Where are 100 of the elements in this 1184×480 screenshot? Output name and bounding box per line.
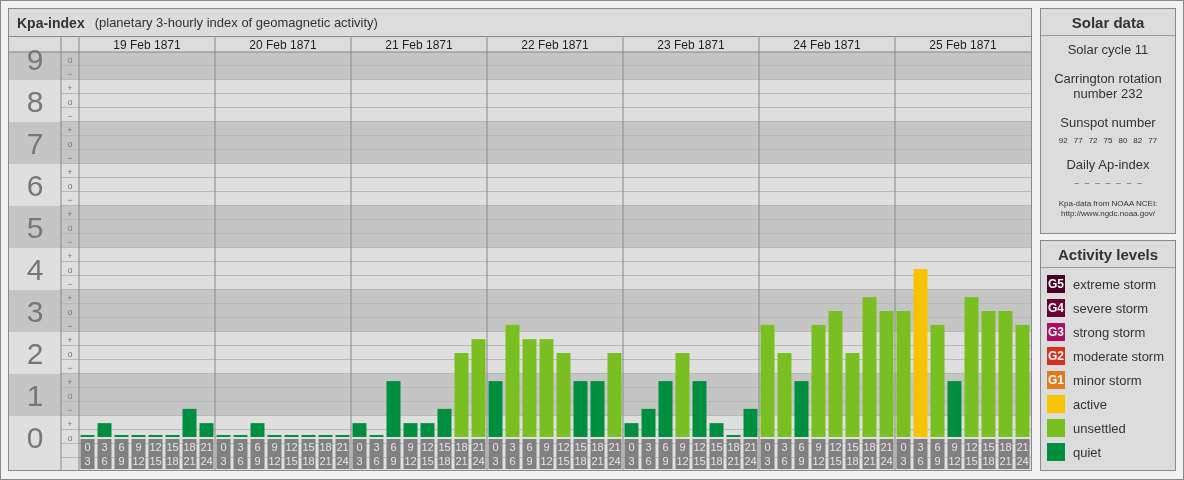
kp-sign-label: + [67, 166, 73, 177]
kp-sign-label: − [67, 278, 73, 289]
sunspot-value: 77 [1073, 136, 1083, 145]
kp-sign-label: o [67, 390, 73, 401]
level-badge: G4 [1047, 299, 1065, 317]
ap-index-value: – [1105, 178, 1111, 187]
kp-sign-label: − [67, 68, 73, 79]
kp-sign-label: o [67, 54, 73, 65]
day-date-label: 23 Feb 1871 [657, 38, 725, 52]
kp-level-label: 8 [26, 84, 44, 118]
day-date-label: 21 Feb 1871 [385, 38, 453, 52]
kp-sign-label: − [67, 362, 73, 373]
x-tick-label: 6 9 [662, 441, 669, 467]
x-tick-label: 6 9 [798, 441, 805, 467]
level-label: severe storm [1073, 300, 1149, 316]
kp-sign-label: + [67, 82, 73, 93]
kp-sign-label: + [67, 376, 73, 387]
solar-cycle-text: Solar cycle 11 [1067, 42, 1149, 57]
level-label: extreme storm [1073, 276, 1157, 292]
level-label: unsettled [1073, 420, 1126, 436]
sunspot-value: 82 [1133, 136, 1143, 145]
source-note: Kpa-data from NOAA NCEI: [1058, 199, 1158, 209]
carrington-rotation-text: Carrington rotation number 232 [1053, 71, 1163, 101]
kp-sign-label: − [67, 236, 73, 247]
kp-sign-label: o [67, 306, 73, 317]
kp-sign-label: − [67, 320, 73, 331]
x-tick-label: 0 3 [764, 441, 771, 467]
kp-sign-label: o [67, 264, 73, 275]
kp-level-label: 9 [26, 42, 44, 76]
kp-sign-label: − [67, 404, 73, 415]
level-badge: G3 [1047, 323, 1065, 341]
kp-level-label: 6 [26, 168, 44, 202]
kp-sign-label: o [67, 138, 73, 149]
ap-index-value: – [1137, 178, 1142, 187]
ap-index-value: – [1116, 178, 1121, 187]
kp-sign-label: + [67, 124, 73, 135]
level-label: quiet [1073, 444, 1102, 460]
x-tick-label: 3 6 [917, 441, 924, 467]
ap-index-value: – [1095, 178, 1100, 187]
day-date-label: 19 Feb 1871 [113, 38, 181, 52]
x-tick-label: 6 9 [934, 441, 941, 467]
x-tick-label: 0 3 [356, 441, 363, 467]
x-tick-label: 0 3 [900, 441, 907, 467]
kp-sign-label: o [67, 180, 73, 191]
day-date-label: 20 Feb 1871 [249, 38, 317, 52]
x-tick-label: 0 3 [220, 441, 227, 467]
x-tick-label: 6 9 [254, 441, 261, 467]
kp-sign-label: + [67, 250, 73, 261]
kp-level-label: 7 [26, 126, 44, 160]
x-tick-label: 6 9 [390, 441, 397, 467]
kp-sign-label: o [67, 432, 73, 443]
kp-level-label: 2 [26, 336, 44, 370]
kp-sign-label: − [67, 194, 73, 205]
level-label: minor storm [1073, 372, 1142, 388]
level-label: strong storm [1073, 324, 1146, 340]
level-badge: G5 [1047, 275, 1065, 293]
kp-sign-label: o [67, 222, 73, 233]
kp-sign-label: + [67, 208, 73, 219]
x-tick-label: 3 6 [101, 441, 108, 467]
x-tick-label: 0 3 [628, 441, 635, 467]
kp-level-label: 1 [26, 378, 44, 412]
chart-title: Kpa-index [17, 14, 85, 31]
sunspot-value: 75 [1103, 136, 1113, 145]
x-tick-label: 0 3 [492, 441, 499, 467]
x-tick-label: 3 6 [237, 441, 244, 467]
chart-subtitle: (planetary 3-hourly index of geomagnetic activity) [94, 15, 378, 30]
ap-index-value: – [1074, 178, 1079, 187]
kp-level-label: 4 [26, 252, 44, 286]
level-label: active [1073, 396, 1107, 412]
x-tick-label: 3 6 [781, 441, 788, 467]
ap-index-value: – [1084, 178, 1090, 187]
source-url: http://www.ngdc.noaa.gov/ [1061, 209, 1155, 219]
kp-sign-label: + [67, 334, 73, 345]
kp-sign-label: + [67, 418, 73, 429]
panel-title: Solar data [1041, 9, 1175, 36]
level-label: moderate storm [1073, 348, 1165, 364]
level-badge: G2 [1047, 347, 1065, 365]
day-date-label: 22 Feb 1871 [521, 38, 589, 52]
kp-sign-label: − [67, 110, 73, 121]
x-tick-label: 3 6 [509, 441, 516, 467]
ap-index-label: Daily Ap-index [1066, 157, 1150, 172]
sunspot-label: Sunspot number [1060, 115, 1156, 130]
kp-sign-label: − [67, 152, 73, 163]
x-tick-label: 6 9 [526, 441, 533, 467]
sunspot-value: 92 [1058, 136, 1068, 145]
level-badge: G1 [1047, 371, 1065, 389]
sunspot-value: 77 [1148, 136, 1158, 145]
panel-title: Activity levels [1041, 241, 1175, 268]
x-tick-label: 3 6 [373, 441, 380, 467]
x-tick-label: 6 9 [118, 441, 125, 467]
ap-index-value: – [1126, 178, 1132, 187]
kp-level-label: 5 [26, 210, 44, 244]
sunspot-value: 80 [1118, 136, 1128, 145]
kp-sign-label: o [67, 348, 73, 359]
kp-sign-label: o [67, 96, 73, 107]
x-tick-label: 0 3 [84, 441, 91, 467]
day-date-label: 25 Feb 1871 [929, 38, 997, 52]
kp-level-label: 3 [26, 294, 44, 328]
x-tick-label: 3 6 [645, 441, 652, 467]
sunspot-value: 72 [1088, 136, 1098, 145]
